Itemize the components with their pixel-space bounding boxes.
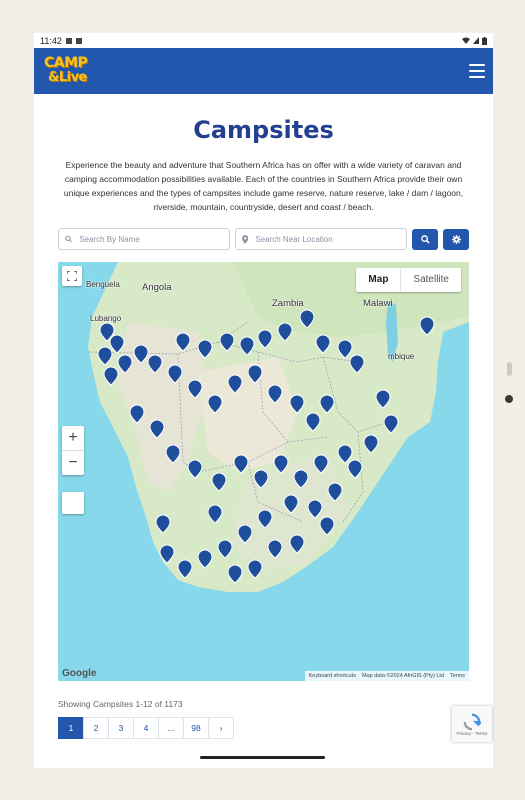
camera-dot (505, 395, 513, 403)
next-page-button[interactable]: › (208, 717, 234, 739)
page-button[interactable]: 98 (183, 717, 209, 739)
search-near-location-input[interactable] (253, 233, 400, 245)
map-attribution: Keyboard shortcuts Map data ©2024 AfriGI… (304, 671, 469, 681)
site-logo[interactable]: CAMP &Live (42, 54, 100, 88)
map-type-toggle: Map Satellite (356, 268, 461, 292)
map-label-mozambique: mbique (388, 352, 415, 361)
status-time: 11:42 (40, 35, 62, 46)
search-icon (65, 235, 72, 243)
map-type-satellite-button[interactable]: Satellite (400, 268, 461, 292)
logo-text: &Live (48, 70, 87, 85)
page-button[interactable]: 2 (83, 717, 109, 739)
map-data-text: Map data ©2024 AfriGIS (Pty) Ltd (362, 673, 445, 679)
keyboard-shortcuts-link[interactable]: Keyboard shortcuts (309, 673, 356, 679)
page-ellipsis: ... (158, 717, 184, 739)
pagination: 1 2 3 4 ... 98 › (58, 717, 469, 739)
map-label-malawi: Malawi (363, 298, 393, 309)
search-icon (420, 234, 430, 244)
zoom-out-button[interactable]: − (62, 451, 84, 475)
site-navbar: CAMP &Live (34, 48, 493, 94)
page-title: Campsites (193, 116, 334, 144)
logo-text: CAMP (44, 55, 88, 71)
volume-button (507, 362, 512, 376)
notification-icon (65, 37, 72, 44)
page-button[interactable]: 3 (108, 717, 134, 739)
tablet-frame: 11:42 CAMP &Live Campsites Experience th… (0, 0, 525, 800)
notification-icon (75, 37, 82, 44)
wifi-icon (462, 37, 470, 44)
google-logo: Google (62, 668, 97, 679)
street-view-button[interactable] (62, 492, 84, 514)
map-label-lubango: Lubango (90, 314, 122, 323)
gear-icon (451, 234, 461, 244)
zoom-controls: + − (62, 426, 84, 475)
search-by-name-input[interactable] (77, 233, 223, 245)
screen: 11:42 CAMP &Live Campsites Experience th… (34, 33, 493, 768)
battery-icon (482, 36, 487, 45)
signal-icon (473, 37, 479, 44)
map-label-angola: Angola (142, 282, 172, 293)
search-near-location-field[interactable] (235, 228, 407, 250)
terms-link[interactable]: Terms (450, 673, 465, 679)
map-label-zambia: Zambia (272, 298, 304, 309)
recaptcha-badge[interactable]: Privacy - Terms (452, 706, 492, 742)
intro-text: Experience the beauty and adventure that… (63, 160, 464, 212)
home-indicator[interactable] (200, 756, 325, 759)
main-content: Campsites Experience the beauty and adve… (34, 116, 493, 739)
map-base (58, 262, 469, 681)
map-type-map-button[interactable]: Map (356, 268, 400, 292)
filter-settings-button[interactable] (443, 228, 469, 250)
menu-icon[interactable] (469, 64, 485, 78)
page-button[interactable]: 1 (58, 717, 84, 739)
status-bar: 11:42 (34, 33, 493, 48)
fullscreen-icon (67, 271, 77, 281)
search-row (58, 228, 469, 250)
page-button[interactable]: 4 (133, 717, 159, 739)
results-count: Showing Campsites 1-12 of 1173 (58, 699, 183, 709)
search-by-name-field[interactable] (58, 228, 230, 250)
recaptcha-icon (463, 713, 481, 730)
location-pin-icon (242, 234, 249, 244)
zoom-in-button[interactable]: + (62, 426, 84, 450)
search-button[interactable] (412, 228, 438, 250)
fullscreen-button[interactable] (62, 266, 82, 286)
recaptcha-text: Privacy - Terms (456, 730, 488, 736)
campsite-map[interactable]: Benguela Angola Zambia Malawi Lubango mb… (58, 262, 469, 681)
map-label-benguela: Benguela (86, 280, 120, 289)
